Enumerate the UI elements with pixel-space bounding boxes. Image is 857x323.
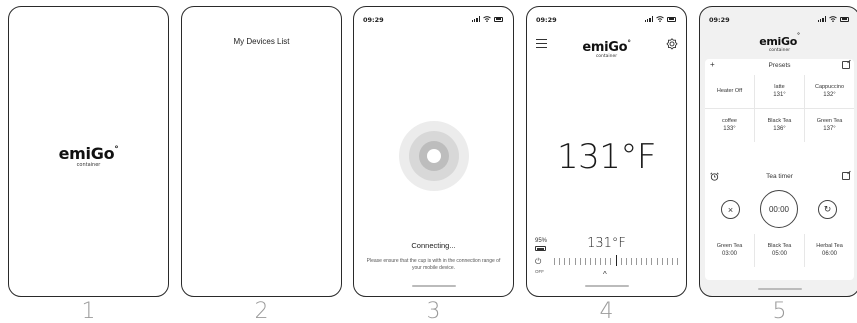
ruler-tick <box>625 258 627 265</box>
wifi-icon <box>656 16 664 22</box>
brand-logo: emiGo° container <box>759 32 800 53</box>
wifi-icon <box>829 16 837 22</box>
brand-name: emiGo <box>58 144 115 163</box>
signal-icon <box>817 16 826 22</box>
status-time: 09:29 <box>363 16 384 24</box>
ruler-tick <box>595 258 596 265</box>
timer-green-tea[interactable]: Green Tea 03:00 <box>705 234 754 267</box>
battery-icon <box>840 16 849 22</box>
ruler-tick <box>600 258 601 265</box>
battery-icon <box>494 16 503 22</box>
ruler-tick <box>564 258 566 265</box>
tea-timer-card: Tea timer × 00:00 ↻ Green Tea 03:00 Black… <box>705 170 854 280</box>
signal-icon <box>644 16 653 22</box>
tea-timer-title: Tea timer <box>766 173 793 180</box>
edit-icon[interactable] <box>842 172 850 180</box>
home-indicator <box>411 285 456 287</box>
phone-screen-5: 09:29 emiGo° container + Presets Heater … <box>699 6 857 297</box>
edit-icon[interactable] <box>842 61 850 69</box>
ruler-tick <box>569 258 571 265</box>
ruler-tick <box>636 258 637 265</box>
brand-sub: container <box>76 162 101 168</box>
ruler-tick <box>615 255 617 266</box>
brand-logo: emiGo° container <box>9 146 168 168</box>
caption-2: 2 <box>254 299 269 323</box>
preset-green-tea[interactable]: Green Tea 137° <box>805 109 854 142</box>
caption-1: 1 <box>81 299 96 323</box>
preset-cappuccino[interactable]: Cappuccino 132° <box>805 75 854 108</box>
temperature-slider[interactable] <box>554 255 678 269</box>
caret-up-icon: ^ <box>603 270 607 279</box>
power-icon[interactable]: ⏻ <box>535 258 541 266</box>
phone-screen-4: 09:29 emiGo° container 131°F 95% ⏻ OFF 1… <box>526 6 687 297</box>
timer-herbal-tea[interactable]: Herbal Tea 06:00 <box>805 234 854 267</box>
ruler-tick <box>656 258 658 265</box>
status-bar: 09:29 <box>709 16 849 26</box>
power-state-label: OFF <box>535 269 544 274</box>
home-indicator <box>584 285 629 287</box>
phone-screen-2: My Devices List <box>181 6 342 297</box>
current-temperature: 131°F <box>557 137 656 177</box>
close-icon[interactable]: × <box>721 200 740 219</box>
timer-display[interactable]: 00:00 <box>760 190 798 228</box>
battery-icon <box>667 16 676 22</box>
wifi-icon <box>483 16 491 22</box>
ruler-tick <box>646 258 648 265</box>
signal-icon <box>471 16 480 22</box>
phone-screen-1: emiGo° container <box>8 6 169 297</box>
caption-4: 4 <box>599 299 614 323</box>
preset-heater-off[interactable]: Heater Off <box>705 75 754 108</box>
ruler-tick <box>574 258 576 265</box>
timer-black-tea[interactable]: Black Tea 05:00 <box>755 234 804 267</box>
connecting-message: Please ensure that the cup is with in th… <box>366 258 501 271</box>
refresh-icon[interactable]: ↻ <box>818 200 837 219</box>
status-bar: 09:29 <box>363 16 503 26</box>
ruler-tick <box>661 258 663 265</box>
ruler-tick <box>641 258 642 265</box>
connecting-ripple-core <box>427 149 441 163</box>
presets-grid: Heater Off latte 131° Cappuccino 132° coff… <box>705 75 854 142</box>
phone-screen-3: 09:29 Connecting... Please ensure that t… <box>353 6 514 297</box>
ruler-tick <box>584 258 586 265</box>
caption-3: 3 <box>426 299 441 323</box>
ruler-tick <box>610 258 612 265</box>
presets-card: + Presets Heater Off latte 131° Cappuccin… <box>705 59 854 186</box>
ruler-tick <box>677 258 678 265</box>
ruler-tick <box>620 258 622 265</box>
status-time: 09:29 <box>709 16 730 24</box>
timers-grid: Green Tea 03:00 Black Tea 05:00 Herbal Tea… <box>705 234 854 267</box>
ruler-tick <box>630 258 632 265</box>
timer-controls: × 00:00 ↻ <box>705 188 854 228</box>
ruler-tick <box>559 258 560 265</box>
ruler-tick <box>666 258 668 265</box>
ruler-tick <box>554 258 555 265</box>
preset-coffee[interactable]: coffee 133° <box>705 109 754 142</box>
ruler-tick <box>589 258 591 265</box>
gear-icon[interactable] <box>666 38 678 50</box>
set-temperature: 131°F <box>587 236 626 251</box>
status-time: 09:29 <box>536 16 557 24</box>
ruler-tick <box>651 258 653 265</box>
home-indicator <box>757 288 802 290</box>
preset-latte[interactable]: latte 131° <box>755 75 804 108</box>
ruler-tick <box>605 258 607 265</box>
brand-logo: emiGo° container <box>582 38 631 59</box>
preset-black-tea[interactable]: Black Tea 136° <box>755 109 804 142</box>
connecting-label: Connecting... <box>411 241 456 250</box>
ruler-tick <box>671 258 673 265</box>
caption-5: 5 <box>772 299 787 323</box>
page-title: My Devices List <box>233 37 290 46</box>
status-bar: 09:29 <box>536 16 676 26</box>
presets-title: Presets <box>768 62 791 69</box>
ruler-tick <box>579 258 581 265</box>
